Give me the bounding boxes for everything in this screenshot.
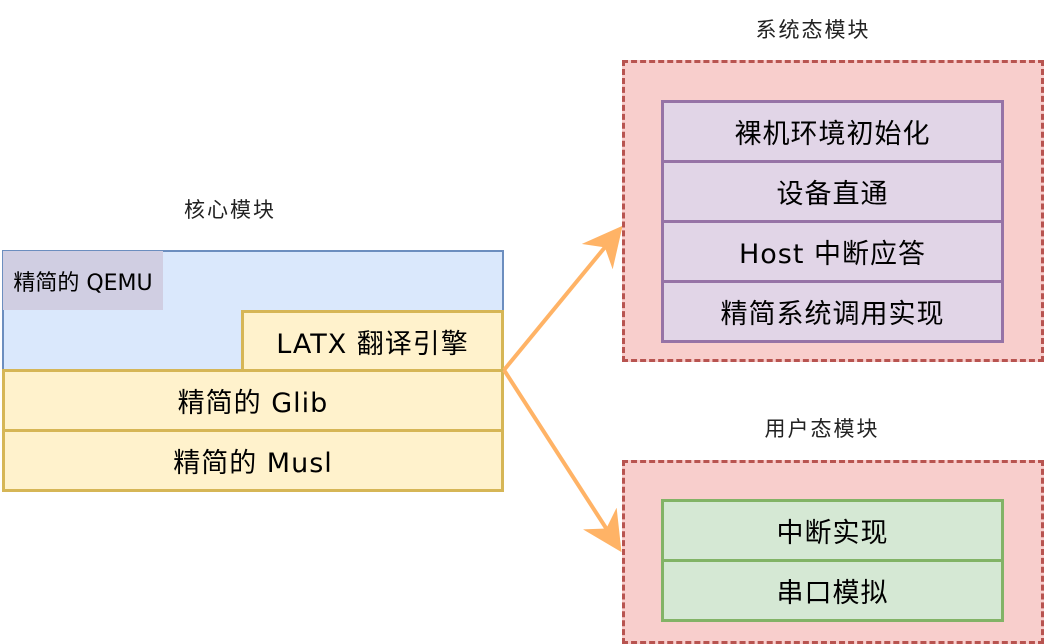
qemu-label: 精简的 QEMU <box>3 251 163 310</box>
musl-box: 精简的 Musl <box>2 429 504 492</box>
device-passthrough-box: 设备直通 <box>661 160 1004 223</box>
bare-metal-init-box: 裸机环境初始化 <box>661 100 1004 163</box>
serial-emulation-box: 串口模拟 <box>661 559 1004 622</box>
core-module-caption: 核心模块 <box>184 198 276 222</box>
interrupt-impl-box: 中断实现 <box>661 499 1004 562</box>
user-module-caption: 用户态模块 <box>764 417 880 441</box>
host-interrupt-response-box: Host 中断应答 <box>661 220 1004 283</box>
syscall-impl-box: 精简系统调用实现 <box>661 280 1004 343</box>
system-module-caption: 系统态模块 <box>755 18 871 42</box>
arrow-to-system-module <box>502 225 623 372</box>
glib-box: 精简的 Glib <box>2 369 504 432</box>
arrow-to-user-module <box>502 368 622 553</box>
latx-engine-box: LATX 翻译引擎 <box>241 310 504 372</box>
